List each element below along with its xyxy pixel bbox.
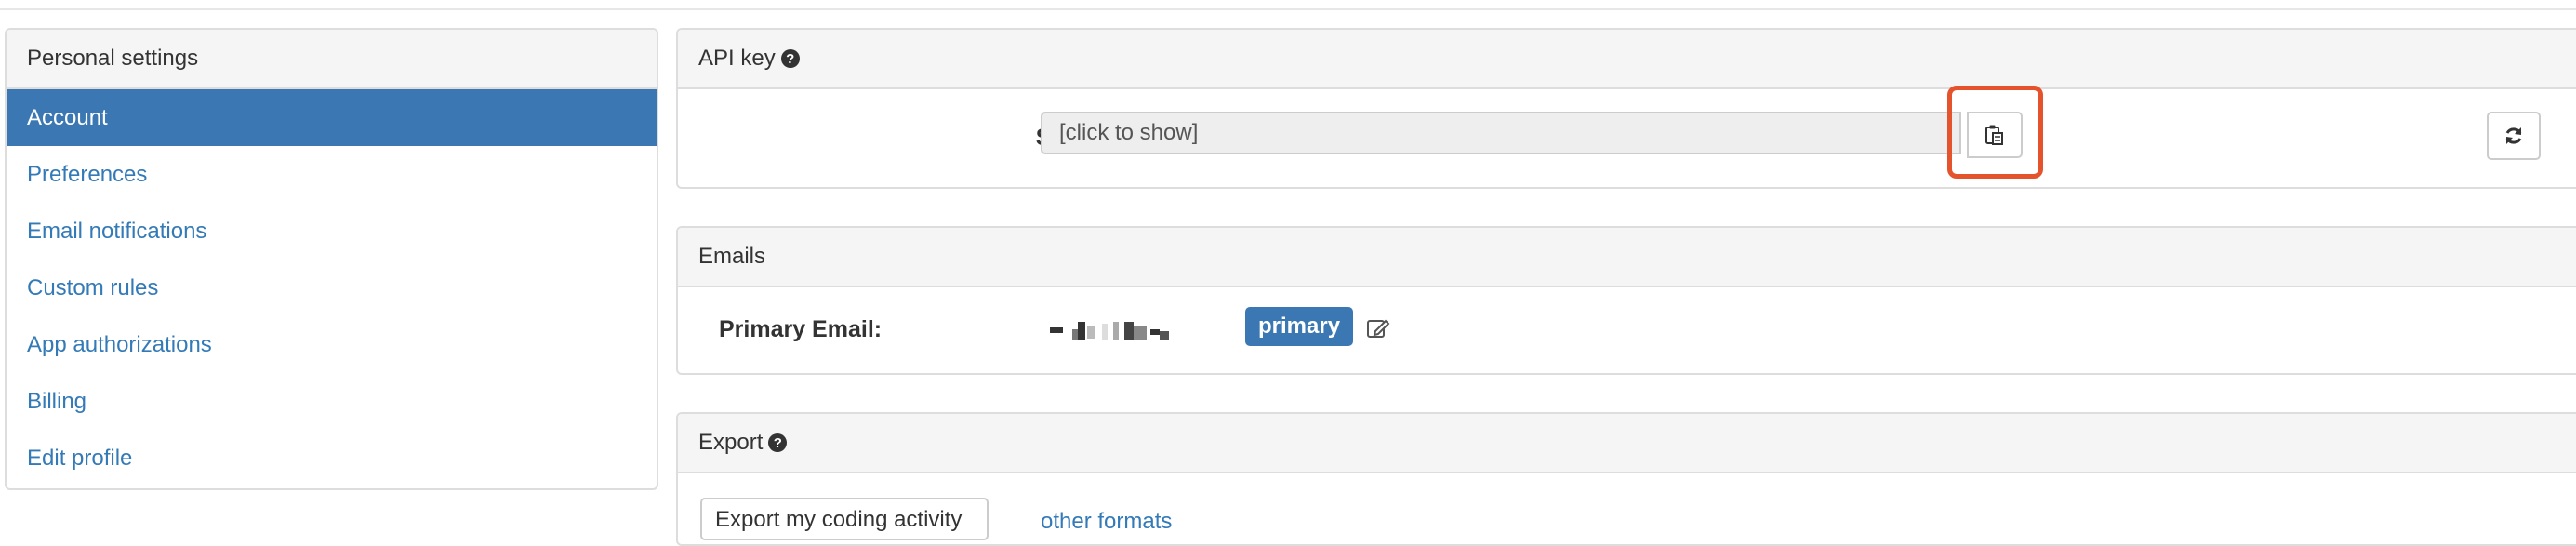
emails-panel: Emails Primary Email: primary [676, 226, 2576, 375]
sidebar-item-custom-rules[interactable]: Custom rules [7, 260, 657, 316]
sidebar-item-email-notifications[interactable]: Email notifications [7, 203, 657, 260]
export-coding-activity-button[interactable]: Export my coding activity [700, 498, 989, 540]
export-title: Export [698, 430, 764, 455]
export-panel: Export ? Export my coding activity other… [676, 412, 2576, 546]
regenerate-key-button[interactable] [2487, 112, 2541, 160]
api-key-heading: API key ? [678, 30, 2576, 89]
redacted-email [1050, 322, 1169, 340]
clipboard-icon [1985, 125, 2003, 145]
secret-api-key-field[interactable]: [click to show] [1041, 112, 1961, 154]
primary-badge: primary [1245, 307, 1354, 346]
copy-to-clipboard-button[interactable] [1967, 112, 2023, 158]
help-icon[interactable]: ? [768, 433, 788, 452]
sidebar-item-app-authorizations[interactable]: App authorizations [7, 316, 657, 373]
settings-sidebar: Personal settings Account Preferences Em… [5, 28, 658, 490]
api-key-title: API key [698, 46, 776, 71]
help-icon[interactable]: ? [780, 49, 800, 68]
other-formats-link[interactable]: other formats [1041, 509, 1172, 535]
api-key-panel: API key ? Secret API Key: [click to show… [676, 28, 2576, 189]
refresh-icon [2505, 127, 2522, 144]
emails-heading: Emails [678, 228, 2576, 287]
top-divider [0, 0, 2576, 10]
sidebar-item-preferences[interactable]: Preferences [7, 146, 657, 203]
primary-email-label: Primary Email: [719, 316, 883, 342]
export-heading: Export ? [678, 414, 2576, 473]
sidebar-item-billing[interactable]: Billing [7, 373, 657, 430]
sidebar-item-account[interactable]: Account [7, 89, 657, 146]
sidebar-heading: Personal settings [7, 30, 657, 89]
sidebar-item-edit-profile[interactable]: Edit profile [7, 430, 657, 486]
edit-icon[interactable] [1366, 316, 1390, 340]
